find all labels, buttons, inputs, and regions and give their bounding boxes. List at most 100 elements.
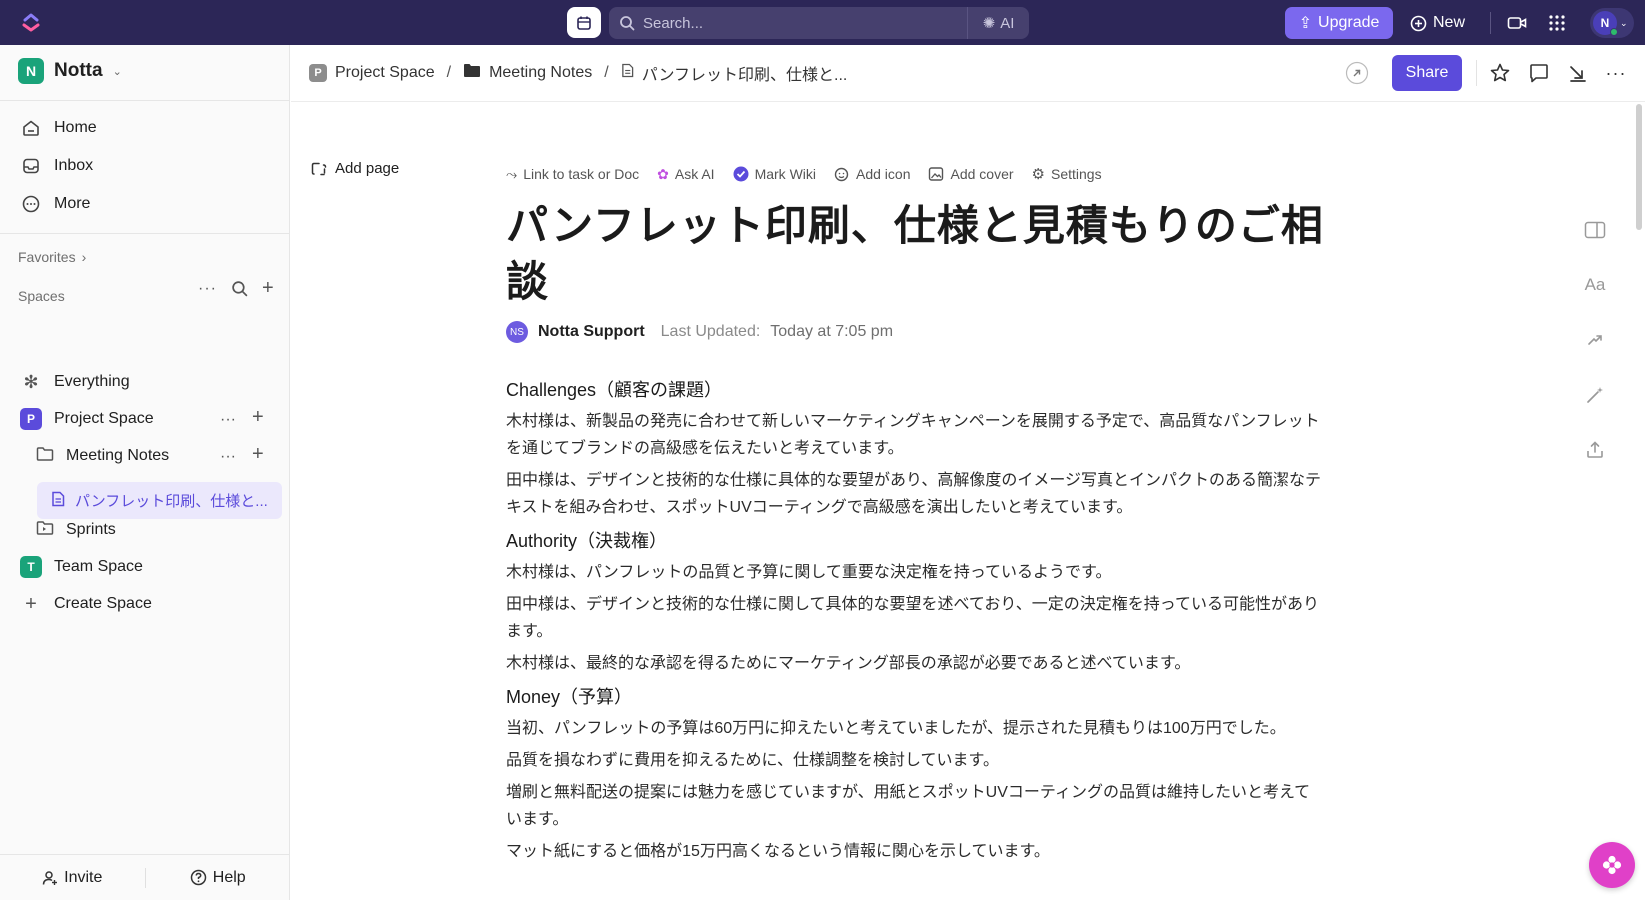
scrollbar[interactable] xyxy=(1636,104,1642,230)
star-icon[interactable] xyxy=(1488,61,1512,85)
paragraph: 田中様は、デザインと技術的な仕様に具体的な要望があり、高解像度のイメージ写真とイ… xyxy=(506,472,1322,516)
search-bar[interactable]: Search... ✺ AI xyxy=(609,7,1029,39)
sidebar-item-label: Home xyxy=(54,119,97,136)
breadcrumb-meeting-notes[interactable]: Meeting Notes xyxy=(489,64,592,82)
spaces-actions: ··· + xyxy=(198,277,274,300)
author-name[interactable]: Notta Support xyxy=(538,323,645,341)
section-heading: Challenges（顧客の課題） xyxy=(506,380,723,400)
meeting-notes-actions: ··· + xyxy=(220,443,264,466)
ai-label: AI xyxy=(1000,14,1015,32)
add-cover-button[interactable]: Add cover xyxy=(928,166,1014,182)
sidebar-item-everything[interactable]: ✻ Everything xyxy=(20,364,130,400)
gear-icon: ⚙ xyxy=(1031,166,1045,183)
settings-button[interactable]: ⚙ Settings xyxy=(1032,165,1102,183)
ellipsis-icon[interactable]: ··· xyxy=(198,280,217,298)
mark-wiki-button[interactable]: Mark Wiki xyxy=(733,166,816,182)
plus-icon[interactable]: + xyxy=(252,443,264,466)
doc-action-bar: ⤳ Link to task or Doc ✿ Ask AI Mark Wiki… xyxy=(506,165,1102,184)
ai-flower-icon: ✿ xyxy=(657,165,669,182)
user-plus-icon xyxy=(42,870,58,885)
invite-label: Invite xyxy=(64,868,103,886)
ai-sparkle-icon: ✺ xyxy=(982,15,996,32)
plus-icon[interactable]: + xyxy=(262,277,274,300)
link-arrow-icon[interactable] xyxy=(1584,329,1606,351)
tag-icon[interactable] xyxy=(1345,61,1369,85)
sidebar-item-label: パンフレット印刷、仕様と... xyxy=(75,493,268,510)
plus-icon: + xyxy=(25,592,37,615)
page-title[interactable]: パンフレット印刷、仕様と見積もりのご相談 xyxy=(506,198,1336,310)
comment-icon[interactable] xyxy=(1527,61,1551,85)
share-button[interactable]: Share xyxy=(1392,55,1462,91)
favorites-section-toggle[interactable]: Favorites › xyxy=(18,249,86,265)
breadcrumb-current-doc[interactable]: パンフレット印刷、仕様と... xyxy=(642,61,848,85)
top-bar: Search... ✺ AI ⇪ Upgrade New N ⌄ xyxy=(0,0,1645,45)
breadcrumb-separator: / xyxy=(604,64,609,81)
paragraph: 木村様は、パンフレットの品質と予算に関して重要な決定権を持っているようです。 xyxy=(506,564,1112,581)
everything-icon: ✻ xyxy=(23,371,39,392)
favorites-label: Favorites xyxy=(18,249,76,265)
doc-meta: NS Notta Support Last Updated: Today at … xyxy=(506,321,893,343)
sidebar-item-project-space[interactable]: P Project Space xyxy=(20,401,154,437)
space-badge: P xyxy=(20,408,42,430)
clickup-logo-icon[interactable] xyxy=(20,11,42,33)
ai-flower-icon xyxy=(1602,855,1622,875)
workspace-badge: N xyxy=(18,58,44,84)
plus-icon[interactable]: + xyxy=(252,406,264,429)
workspace-switcher[interactable]: N Notta ⌄ xyxy=(18,58,122,84)
breadcrumb-project-space[interactable]: Project Space xyxy=(335,64,435,82)
link-to-task-button[interactable]: ⤳ Link to task or Doc xyxy=(506,166,639,183)
space-badge: T xyxy=(20,556,42,578)
action-label: Add cover xyxy=(950,166,1014,182)
action-label: Add icon xyxy=(856,166,911,182)
paragraph: 品質を損なわずに費用を抑えるために、仕様調整を検討しています。 xyxy=(506,752,999,769)
sidebar-item-meeting-notes[interactable]: Meeting Notes xyxy=(36,438,169,474)
spaces-section-label: Spaces xyxy=(18,288,65,304)
section-heading: Money（予算） xyxy=(506,687,633,707)
paragraph: 増刷と無料配送の提案には魅力を感じていますが、用紙とスポットUVコーティングの品… xyxy=(506,784,1311,828)
calendar-icon xyxy=(577,16,591,30)
ellipsis-icon[interactable]: ··· xyxy=(1604,61,1628,85)
doc-icon xyxy=(621,63,634,83)
doc-body[interactable]: Challenges（顧客の課題） 木村様は、新製品の発売に合わせて新しいマーケ… xyxy=(506,375,1326,870)
search-icon[interactable] xyxy=(231,280,248,297)
plus-circle-icon xyxy=(1410,15,1427,31)
export-icon[interactable] xyxy=(1584,439,1606,461)
create-space-button[interactable]: + Create Space xyxy=(20,586,152,622)
search-icon xyxy=(620,16,635,31)
doc-icon xyxy=(51,491,65,511)
new-button[interactable]: New xyxy=(1410,7,1465,39)
add-icon-button[interactable]: Add icon xyxy=(834,166,910,182)
ai-assistant-button[interactable] xyxy=(1589,842,1635,888)
help-label: Help xyxy=(212,868,246,886)
ask-ai-button[interactable]: ✿ Ask AI xyxy=(657,166,714,183)
sidebar-item-home[interactable]: Home xyxy=(20,114,97,142)
ai-search-button[interactable]: ✺ AI xyxy=(967,7,1029,39)
sidebar-item-team-space[interactable]: T Team Space xyxy=(20,549,143,585)
sidebar-panel-icon[interactable] xyxy=(1584,219,1606,241)
help-button[interactable]: Help xyxy=(146,869,291,887)
sidebar-item-inbox[interactable]: Inbox xyxy=(20,152,93,180)
inbox-icon xyxy=(20,155,42,177)
video-icon[interactable] xyxy=(1506,12,1528,34)
calendar-button[interactable] xyxy=(567,7,601,38)
add-page-button[interactable]: Add page xyxy=(311,160,399,177)
sidebar: N Notta ⌄ Home Inbox More Favorites › Sp… xyxy=(0,45,290,900)
apps-grid-icon[interactable] xyxy=(1546,12,1568,34)
magic-wand-icon[interactable] xyxy=(1584,384,1606,406)
user-avatar-menu[interactable]: N ⌄ xyxy=(1590,8,1634,38)
ellipsis-icon[interactable]: ··· xyxy=(220,448,236,466)
ellipsis-icon[interactable]: ··· xyxy=(220,411,236,429)
search-placeholder: Search... xyxy=(643,14,704,32)
sprint-folder-icon xyxy=(36,520,54,541)
help-icon xyxy=(190,869,207,886)
invite-button[interactable]: Invite xyxy=(0,869,145,887)
sidebar-item-sprints[interactable]: Sprints xyxy=(36,512,116,548)
home-icon xyxy=(20,117,42,139)
sidebar-item-label: Everything xyxy=(54,373,130,390)
upgrade-icon: ⇪ xyxy=(1298,15,1313,32)
collapse-icon[interactable] xyxy=(1566,61,1590,85)
text-style-icon[interactable]: Aa xyxy=(1584,274,1606,296)
upgrade-button[interactable]: ⇪ Upgrade xyxy=(1285,7,1393,39)
workspace-name: Notta xyxy=(54,60,103,81)
sidebar-item-more[interactable]: More xyxy=(20,190,90,218)
